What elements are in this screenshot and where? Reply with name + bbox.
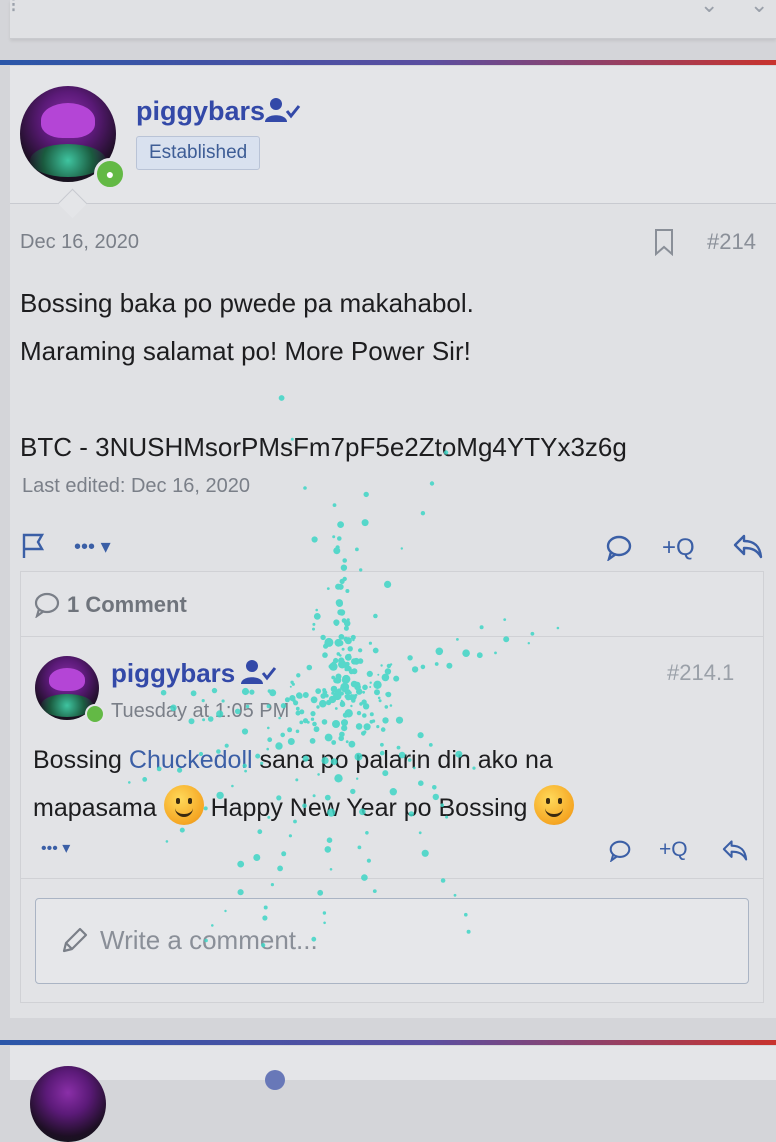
previous-post-icon: ⁝ [10,0,17,17]
post-line: Maraming salamat po! More Power Sir! [20,336,471,366]
pencil-icon [60,925,90,960]
more-options-label: ••• [74,536,96,558]
comment-reply-bubble-icon[interactable] [609,840,631,869]
comments-section: 1 Comment piggybars #214.1 Tuesday at 1:… [20,571,764,1003]
previous-reply-icon: ⌄ [750,0,769,17]
user-mention-link[interactable]: Chuckedoll [129,746,253,774]
write-comment-input[interactable]: Write a comment... [35,898,749,984]
comment-number[interactable]: #214.1 [667,660,734,686]
comments-count-icon [33,592,61,623]
comment-more-label: ••• [41,840,58,857]
reply-icon[interactable] [732,532,764,567]
avatar-mask-art [41,103,95,138]
quote-button[interactable]: +Q [662,534,695,562]
comment-line-2: mapasama Happy New Year po Bossing [33,784,753,832]
comment-text: Happy New Year po Bossing [203,794,535,822]
comment-divider [21,878,763,879]
previous-post-card: ⁝ ⌄ ⌄ [10,0,776,39]
post-number[interactable]: #214 [707,229,756,255]
online-status-icon: ● [94,158,126,190]
more-options-button[interactable]: ••• ▾ [74,534,111,559]
comment-reply-icon[interactable] [721,838,749,869]
comment-quote-button[interactable]: +Q [659,838,688,862]
avatar-mask-art [49,667,85,691]
last-edited: Last edited: Dec 16, 2020 [22,475,250,497]
write-comment-placeholder: Write a comment... [100,925,318,955]
comment-text: Bossing [33,746,129,774]
report-flag-icon[interactable] [20,532,48,567]
smile-emoji-icon [534,785,575,826]
comment-text: sana po palarin din ako na [252,746,553,774]
verified-user-icon [265,96,301,131]
next-post-verified-icon [265,1070,285,1090]
next-post-card [10,1046,776,1142]
comment-icon[interactable] [606,535,632,568]
next-post-divider-bar [0,1040,776,1045]
comment-text: mapasama [33,794,164,822]
bookmark-icon[interactable] [652,228,676,261]
post-date[interactable]: Dec 16, 2020 [20,231,139,254]
post-user-header: ● piggybars Established [10,66,776,219]
previous-quote-icon: ⌄ [700,0,719,17]
comment-date[interactable]: Tuesday at 1:05 PM [111,700,289,723]
post-author-name[interactable]: piggybars [136,96,265,127]
user-arrow-pointer [57,188,88,219]
user-title-badge: Established [136,136,261,170]
post-body: Bossing baka po pwede pa makahabol. Mara… [20,279,627,471]
smile-emoji-icon [163,785,204,826]
post-line [20,375,627,423]
post-card: ● piggybars Established Dec 16, 2020 #21… [10,66,776,1018]
comment-line-1: Bossing Chuckedoll sana po palarin din a… [33,736,753,784]
post-divider-bar [0,60,776,65]
next-post-avatar[interactable] [30,1066,106,1142]
comment-online-icon [85,704,105,724]
post-line: Bossing baka po pwede pa makahabol. [20,288,474,318]
comment-author-name[interactable]: piggybars [111,658,235,689]
comment-body: Bossing Chuckedoll sana po palarin din a… [33,736,753,832]
chevron-down-icon: ▾ [100,536,111,558]
comments-header: 1 Comment [21,572,763,637]
comment-verified-icon [241,658,277,691]
chevron-down-icon: ▾ [62,840,71,857]
verified-user-svg [265,98,301,122]
comments-count[interactable]: 1 Comment [67,592,187,618]
comment-more-button[interactable]: ••• ▾ [41,838,70,858]
post-line: BTC - 3NUSHMsorPMsFm7pF5e2ZtoMg4YTYx3z6g [20,432,627,462]
